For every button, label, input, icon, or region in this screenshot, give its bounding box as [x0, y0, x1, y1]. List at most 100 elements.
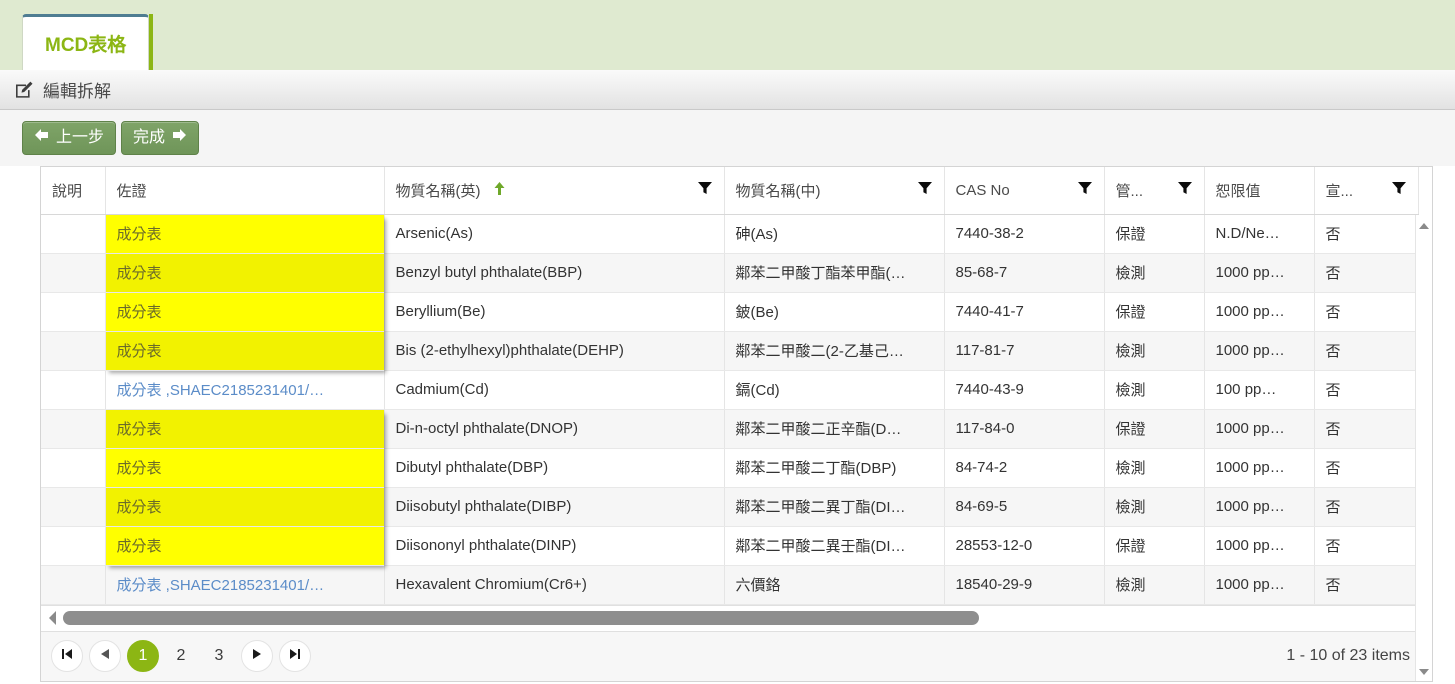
cell-evidence[interactable]: 成分表 [105, 487, 385, 527]
grid-horizontal-scrollbar[interactable] [41, 604, 1432, 631]
column-header-name-zh-label: 物質名稱(中) [735, 182, 821, 200]
table-row[interactable]: 成分表 Bis (2-ethylhexyl)phthalate(DEHP) 鄰苯二甲… [41, 331, 1419, 371]
cell-declare: 否 [1314, 214, 1419, 254]
cell-evidence[interactable]: 成分表 [105, 448, 385, 488]
cell-control: 檢測 [1104, 565, 1205, 605]
cell-evidence[interactable]: 成分表 [105, 292, 385, 332]
cell-name-zh: 鎘(Cd) [724, 370, 945, 410]
pencil-edit-icon [14, 80, 34, 100]
cell-limit: 1000 pp… [1204, 331, 1315, 371]
data-grid: 說明 佐證 物質名稱(英) 物質名稱(中) CAS No 管... 恕限值 宣.… [40, 166, 1433, 682]
cell-cas-no: 84-69-5 [944, 487, 1105, 527]
table-row[interactable]: 成分表 Arsenic(As) 砷(As) 7440-38-2 保證 N.D/Ne… 否 [41, 214, 1419, 254]
grid-vertical-scrollbar[interactable] [1415, 215, 1432, 681]
tab-strip: MCD表格 [0, 0, 1455, 70]
table-row[interactable]: 成分表 Diisobutyl phthalate(DIBP) 鄰苯二甲酸二異丁酯(D… [41, 487, 1419, 527]
column-header-control-label: 管... [1115, 182, 1144, 200]
tab-mcd-table[interactable]: MCD表格 [22, 14, 150, 70]
pager-controls: 1 2 3 [51, 640, 311, 672]
cell-limit: N.D/Ne… [1204, 214, 1315, 254]
cell-description [41, 526, 106, 566]
next-page-icon [250, 647, 264, 665]
cell-evidence[interactable]: 成分表 ,SHAEC2185231401/… [105, 370, 385, 410]
table-row[interactable]: 成分表 ,SHAEC2185231401/… Cadmium(Cd) 鎘(Cd) 74… [41, 370, 1419, 410]
prev-step-button[interactable]: 上一步 [22, 121, 117, 155]
previous-page-button[interactable] [89, 640, 121, 672]
table-row[interactable]: 成分表 Beryllium(Be) 鈹(Be) 7440-41-7 保證 1000 pp…… [41, 292, 1419, 332]
cell-control: 檢測 [1104, 448, 1205, 488]
cell-description [41, 370, 106, 410]
column-header-cas-no[interactable]: CAS No [944, 167, 1105, 215]
table-row[interactable]: 成分表 Diisononyl phthalate(DINP) 鄰苯二甲酸二異壬酯(D… [41, 526, 1419, 566]
table-body: 成分表 Arsenic(As) 砷(As) 7440-38-2 保證 N.D/Ne… 否成分… [41, 214, 1419, 605]
go-to-first-page-button[interactable] [51, 640, 83, 672]
go-to-first-page-icon [60, 647, 74, 665]
wizard-toolbar: 上一步 完成 [0, 110, 1455, 166]
table-row[interactable]: 成分表 Benzyl butyl phthalate(BBP) 鄰苯二甲酸丁酯苯甲酯… [41, 253, 1419, 293]
column-header-limit-label: 恕限值 [1215, 182, 1261, 200]
column-header-limit[interactable]: 恕限值 [1204, 167, 1315, 215]
column-header-control[interactable]: 管... [1104, 167, 1205, 215]
filter-icon-control[interactable] [1177, 181, 1193, 199]
cell-control: 保證 [1104, 409, 1205, 449]
cell-declare: 否 [1314, 292, 1419, 332]
column-header-name-en-label: 物質名稱(英) [395, 182, 481, 200]
cell-evidence[interactable]: 成分表 [105, 214, 385, 254]
table-row[interactable]: 成分表 ,SHAEC2185231401/… Hexavalent Chromiu… [41, 565, 1419, 605]
cell-name-en: Beryllium(Be) [384, 292, 725, 332]
cell-cas-no: 117-81-7 [944, 331, 1105, 371]
cell-name-en: Arsenic(As) [384, 214, 725, 254]
cell-evidence[interactable]: 成分表 [105, 409, 385, 449]
cell-name-zh: 砷(As) [724, 214, 945, 254]
cell-name-zh: 鄰苯二甲酸丁酯苯甲酯(… [724, 253, 945, 293]
horizontal-scroll-track[interactable] [63, 611, 1410, 625]
cell-name-zh: 鄰苯二甲酸二(2-乙基己… [724, 331, 945, 371]
page-title: 編輯拆解 [43, 82, 111, 101]
cell-cas-no: 84-74-2 [944, 448, 1105, 488]
scroll-down-arrow-icon[interactable] [1418, 665, 1430, 677]
cell-evidence[interactable]: 成分表 [105, 526, 385, 566]
cell-limit: 1000 pp… [1204, 292, 1315, 332]
scroll-left-arrow-icon[interactable] [45, 609, 59, 627]
cell-evidence[interactable]: 成分表 [105, 331, 385, 371]
page-number-3[interactable]: 3 [203, 640, 235, 672]
cell-name-zh: 鄰苯二甲酸二丁酯(DBP) [724, 448, 945, 488]
cell-name-en: Diisononyl phthalate(DINP) [384, 526, 725, 566]
page-number-2[interactable]: 2 [165, 640, 197, 672]
column-header-desc[interactable]: 說明 [41, 167, 106, 215]
cell-name-zh: 鄰苯二甲酸二異丁酯(DI… [724, 487, 945, 527]
done-button[interactable]: 完成 [121, 121, 200, 155]
go-to-last-page-button[interactable] [279, 640, 311, 672]
table-row[interactable]: 成分表 Dibutyl phthalate(DBP) 鄰苯二甲酸二丁酯(DBP) 84… [41, 448, 1419, 488]
arrow-right-icon [172, 128, 187, 147]
cell-control: 檢測 [1104, 370, 1205, 410]
column-header-name-en[interactable]: 物質名稱(英) [384, 167, 725, 215]
filter-icon-cas-no[interactable] [1077, 181, 1093, 199]
mcd-substances-table: 說明 佐證 物質名稱(英) 物質名稱(中) CAS No 管... 恕限值 宣.… [41, 167, 1419, 605]
cell-cas-no: 117-84-0 [944, 409, 1105, 449]
cell-name-en: Di-n-octyl phthalate(DNOP) [384, 409, 725, 449]
cell-limit: 1000 pp… [1204, 565, 1315, 605]
grid-pager: 1 2 3 1 - 10 of 23 items [41, 630, 1432, 681]
scroll-up-arrow-icon[interactable] [1418, 219, 1430, 231]
cell-limit: 1000 pp… [1204, 409, 1315, 449]
cell-declare: 否 [1314, 331, 1419, 371]
filter-icon-declare[interactable] [1391, 181, 1407, 199]
cell-control: 檢測 [1104, 487, 1205, 527]
cell-evidence[interactable]: 成分表 [105, 253, 385, 293]
column-header-evidence[interactable]: 佐證 [105, 167, 385, 215]
column-header-name-zh[interactable]: 物質名稱(中) [724, 167, 945, 215]
cell-limit: 1000 pp… [1204, 526, 1315, 566]
cell-limit: 1000 pp… [1204, 448, 1315, 488]
cell-evidence[interactable]: 成分表 ,SHAEC2185231401/… [105, 565, 385, 605]
cell-control: 保證 [1104, 526, 1205, 566]
next-page-button[interactable] [241, 640, 273, 672]
cell-control: 檢測 [1104, 253, 1205, 293]
cell-limit: 100 pp… [1204, 370, 1315, 410]
table-row[interactable]: 成分表 Di-n-octyl phthalate(DNOP) 鄰苯二甲酸二正辛酯(D… [41, 409, 1419, 449]
filter-icon-name-zh[interactable] [917, 181, 933, 199]
horizontal-scroll-thumb[interactable] [63, 611, 979, 625]
column-header-declare[interactable]: 宣... [1314, 167, 1419, 215]
filter-icon-name-en[interactable] [697, 181, 713, 199]
page-number-1[interactable]: 1 [127, 640, 159, 672]
